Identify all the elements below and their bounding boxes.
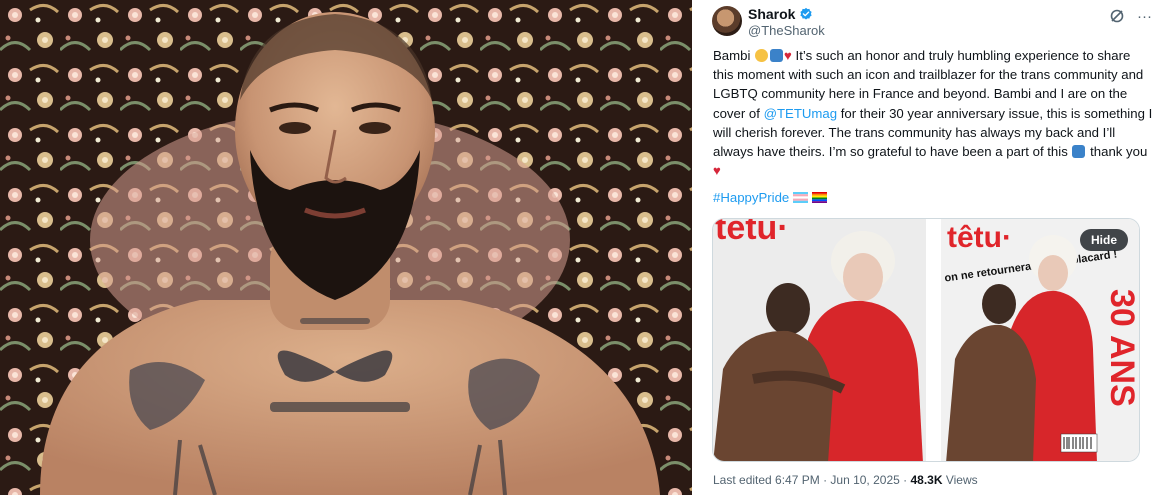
tweet-media: têtu· têtu· 30 ANS on ne retournera plac… [712, 218, 1140, 462]
edited-timestamp[interactable]: Last edited 6:47 PM · Jun 10, 2025 · [713, 473, 910, 487]
heart-icon: ♥ [784, 48, 792, 63]
hug-emoji-icon [1072, 145, 1086, 159]
pleading-face-emoji-icon [755, 49, 769, 62]
avatar[interactable] [712, 6, 742, 36]
cover2-masthead: têtu· [947, 221, 1012, 254]
media-image-2[interactable]: têtu· 30 ANS on ne retournera pas au pla… [941, 219, 1140, 461]
author-name-row: Sharok [748, 6, 813, 22]
heart-icon: ♥ [713, 163, 721, 179]
mention-link[interactable]: @TETUmag [764, 106, 837, 121]
media-image-1[interactable]: têtu· [713, 219, 926, 461]
tweet-card: Sharok @TheSharok ··· Bambi ♥ It’s such … [700, 0, 1170, 495]
tweet-footer: Last edited 6:47 PM · Jun 10, 2025 · 48.… [713, 473, 978, 487]
hug-emoji-icon [770, 49, 784, 62]
cover1-masthead: têtu· [715, 219, 789, 247]
trans-flag-icon [793, 192, 809, 203]
author-handle[interactable]: @TheSharok [748, 23, 825, 38]
views-count: 48.3K [910, 473, 943, 487]
tweet-text-part4: thank you [1086, 144, 1148, 160]
tweet-header: Sharok @TheSharok ··· [712, 4, 1158, 44]
hide-button[interactable]: Hide [1080, 229, 1128, 251]
tweet-actions-top: ··· [1109, 8, 1152, 24]
tweet-text: Bambi ♥ It’s such an honor and truly hum… [713, 46, 1153, 180]
hashtag-row: #HappyPride [713, 190, 828, 205]
pride-flag-icon [812, 192, 828, 203]
grok-icon[interactable] [1109, 8, 1125, 24]
cover2-big-number: 30 ANS [1103, 289, 1140, 407]
tweet-text-part1: Bambi [713, 48, 755, 63]
verified-badge-icon [800, 7, 813, 20]
hashtag-link[interactable]: #HappyPride [713, 190, 789, 205]
more-icon[interactable]: ··· [1137, 9, 1152, 24]
screenshot-root: Sharok @TheSharok ··· Bambi ♥ It’s such … [0, 0, 1170, 495]
photo-portrait [0, 0, 692, 495]
views-label: Views [942, 473, 978, 487]
author-name[interactable]: Sharok [748, 6, 795, 22]
